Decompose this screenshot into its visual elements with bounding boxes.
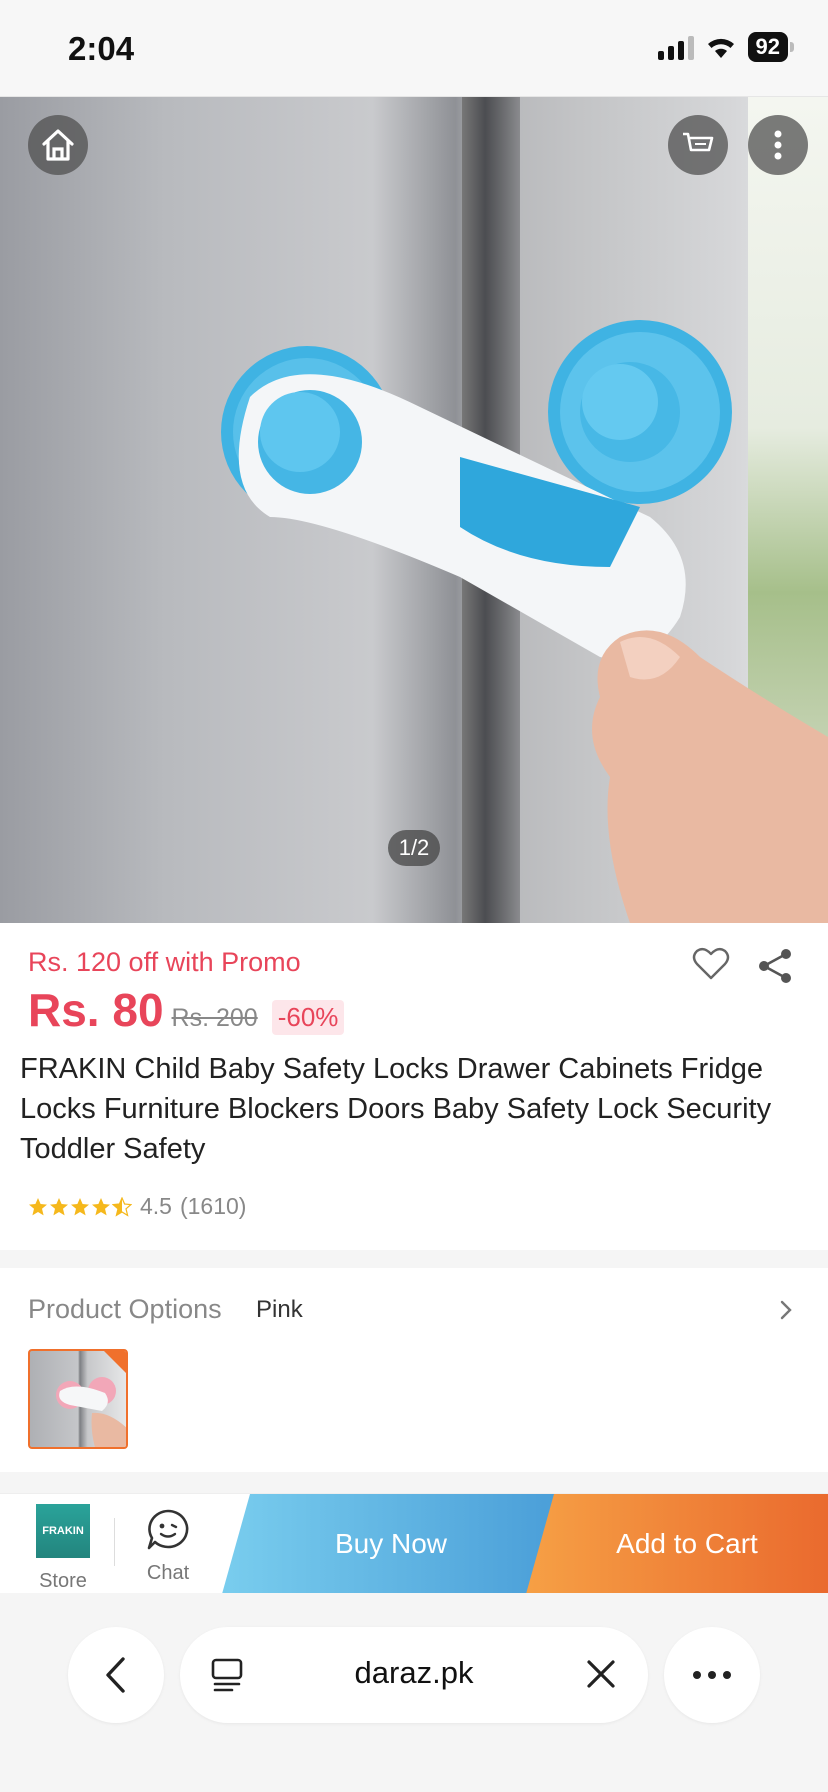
store-logo: FRAKIN	[36, 1504, 90, 1558]
product-options[interactable]: Product Options Pink	[0, 1268, 828, 1472]
price-row: Rs. 80 Rs. 200 -60%	[28, 983, 345, 1037]
star-icon	[92, 1197, 110, 1215]
back-button[interactable]	[68, 1627, 164, 1723]
wishlist-button[interactable]	[692, 947, 730, 986]
battery-level: 92	[747, 32, 788, 62]
back-icon	[106, 1657, 125, 1693]
product-image[interactable]: 1/2	[0, 97, 828, 923]
signal-icon	[657, 34, 694, 60]
star-icon	[50, 1197, 68, 1215]
more-horizontal-icon	[693, 1671, 731, 1679]
browser-toolbar: daraz.pk	[0, 1593, 828, 1792]
chat-icon	[147, 1509, 189, 1550]
discount-badge: -60%	[271, 1000, 345, 1035]
chevron-right-icon	[778, 1298, 794, 1327]
product-photo-lock	[221, 320, 828, 923]
action-bar: FRAKIN Store Chat Buy Now Add to Cart	[0, 1493, 828, 1594]
rating-stars	[28, 1196, 132, 1217]
cart-button[interactable]	[668, 115, 728, 175]
options-selected: Pink	[256, 1296, 303, 1323]
address-bar[interactable]: daraz.pk	[180, 1627, 648, 1723]
product-info: Rs. 120 off with Promo Rs. 80 Rs. 200 -6…	[0, 923, 828, 1250]
rating-value: 4.5	[140, 1193, 172, 1219]
star-icon	[29, 1197, 47, 1215]
cart-icon	[683, 132, 714, 152]
buy-now-button[interactable]: Buy Now	[222, 1494, 560, 1594]
share-icon	[759, 949, 791, 983]
store-button[interactable]: FRAKIN Store	[24, 1504, 102, 1593]
wifi-icon	[707, 38, 734, 58]
product-title: FRAKIN Child Baby Safety Locks Drawer Ca…	[20, 1053, 772, 1165]
rating-row[interactable]: 4.5 (1610)	[28, 1193, 246, 1220]
screen: 2:04 92 1/2 Rs. 120 off with Promo Rs. 8…	[0, 0, 828, 1792]
heart-icon	[692, 947, 730, 980]
home-button[interactable]	[28, 115, 88, 175]
share-button[interactable]	[756, 947, 794, 990]
status-icons: 92	[657, 32, 794, 62]
more-vertical-icon	[774, 130, 782, 160]
star-icon	[71, 1197, 89, 1215]
review-count: (1610)	[179, 1193, 247, 1219]
add-to-cart-button[interactable]: Add to Cart	[526, 1494, 828, 1594]
original-price: Rs. 200	[171, 1004, 258, 1032]
url-text: daraz.pk	[354, 1655, 474, 1690]
close-icon	[587, 1660, 615, 1688]
image-page-indicator: 1/2	[388, 830, 440, 866]
store-label: Store	[39, 1570, 87, 1592]
status-time: 2:04	[68, 30, 135, 67]
option-thumbnail-pink[interactable]	[28, 1349, 128, 1449]
browser-more-button[interactable]	[664, 1627, 760, 1723]
home-icon	[42, 129, 74, 161]
battery-icon: 92	[747, 32, 794, 62]
close-button[interactable]	[584, 1657, 618, 1696]
options-label: Product Options	[28, 1294, 222, 1324]
star-half-icon	[112, 1196, 132, 1217]
chat-button[interactable]: Chat	[130, 1508, 206, 1585]
chat-label: Chat	[146, 1562, 190, 1584]
more-options-button[interactable]	[748, 115, 808, 175]
status-bar: 2:04 92	[0, 0, 828, 97]
current-price: Rs. 80	[28, 984, 164, 1036]
promo-text[interactable]: Rs. 120 off with Promo	[28, 947, 301, 978]
